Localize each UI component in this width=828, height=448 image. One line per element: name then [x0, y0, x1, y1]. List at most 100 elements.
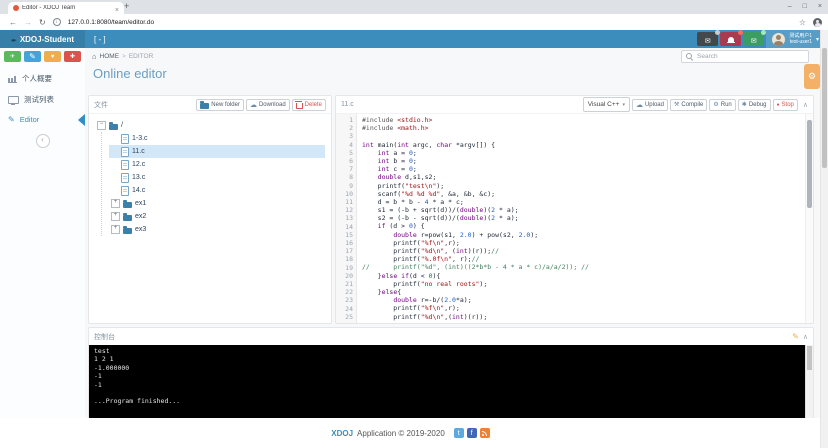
- editor-collapse-icon[interactable]: [803, 101, 808, 109]
- tree-folder-ex2[interactable]: ex2: [109, 210, 325, 223]
- run-button[interactable]: Run: [709, 99, 735, 111]
- expand-toggle-icon[interactable]: [111, 199, 120, 208]
- site-info-icon[interactable]: [53, 18, 61, 26]
- code-line: double r=pow(s1, 2.0) + pow(s2, 2.0);: [362, 231, 805, 239]
- messages-button[interactable]: [697, 32, 718, 46]
- tree-folder-ex3[interactable]: ex3: [109, 223, 325, 236]
- envelope-icon: [705, 30, 711, 48]
- collapse-toggle-icon[interactable]: [97, 121, 106, 130]
- url-text[interactable]: 127.0.0.1:8080/team/editor.do: [68, 19, 154, 26]
- console-panel: 控制台 test1 2 1-1.000000-1-1 ...Program fi…: [88, 327, 814, 420]
- terminal-line: -1: [94, 381, 808, 389]
- browser-profile-avatar[interactable]: [813, 18, 822, 27]
- window-close-icon[interactable]: [818, 3, 822, 10]
- facebook-icon[interactable]: [467, 428, 477, 438]
- expand-toggle-icon[interactable]: [111, 212, 120, 221]
- code-line: #include <math.h>: [362, 124, 805, 132]
- search-icon: [686, 53, 692, 59]
- console-edit-icon[interactable]: [792, 332, 799, 341]
- tree-file-13.c[interactable]: 13.c: [109, 171, 325, 184]
- code-line: printf("%f\n",r);: [362, 304, 805, 312]
- sidebar-item-editor[interactable]: Editor: [0, 110, 85, 129]
- browser-scrollbar[interactable]: [820, 30, 828, 448]
- settings-float-button[interactable]: [804, 64, 820, 89]
- browser-tab[interactable]: Editor - XDOJ Team: [8, 2, 124, 14]
- console-title: 控制台: [94, 332, 115, 342]
- code-line: printf("no real roots");: [362, 280, 805, 288]
- forward-icon[interactable]: [24, 18, 32, 27]
- expand-toggle-icon[interactable]: [111, 225, 120, 234]
- scrollbar-thumb[interactable]: [807, 346, 812, 370]
- rss-icon[interactable]: [480, 428, 490, 438]
- sidebar-toggle[interactable]: [ - ]: [94, 35, 106, 44]
- terminal[interactable]: test1 2 1-1.000000-1-1 ...Program finish…: [89, 345, 813, 419]
- sidebar-item-label: Editor: [20, 115, 40, 124]
- search-input[interactable]: [695, 52, 804, 61]
- folder-icon: [200, 103, 209, 109]
- language-value: Visual C++: [588, 101, 620, 108]
- brand-text: XDOJ-Student: [20, 35, 74, 44]
- console-collapse-icon[interactable]: [803, 333, 808, 341]
- screen: Editor - XDOJ Team 127.0.0.1:8080/team/e…: [0, 0, 828, 448]
- compile-button[interactable]: Compile: [670, 99, 707, 111]
- tree-file-11.c[interactable]: 11.c: [109, 145, 325, 158]
- notifications-button[interactable]: [720, 32, 741, 46]
- folder-icon: [123, 228, 132, 234]
- button-label: New folder: [211, 102, 240, 108]
- debug-button[interactable]: Debug: [738, 99, 771, 111]
- file-icon: [121, 134, 129, 144]
- new-tab-button[interactable]: [124, 1, 129, 11]
- twitter-icon[interactable]: [454, 428, 464, 438]
- user-menu[interactable]: 测试用户1 test-user1: [766, 30, 825, 48]
- terminal-line: [94, 389, 808, 397]
- tree-label: /: [121, 122, 123, 129]
- sidebar-collapse-button[interactable]: [36, 134, 50, 148]
- new-folder-button[interactable]: New folder: [196, 99, 244, 111]
- trash-icon: [296, 103, 303, 109]
- quick-tools-button[interactable]: [64, 51, 81, 62]
- brand-logo[interactable]: XDOJ-Student: [0, 30, 85, 48]
- tree-file-14.c[interactable]: 14.c: [109, 184, 325, 197]
- tree-root[interactable]: /: [95, 119, 325, 132]
- home-icon: [92, 52, 97, 61]
- wrench-icon: [674, 101, 679, 108]
- code-editor[interactable]: 1234567891011121314151617181920212223242…: [336, 114, 813, 323]
- button-label: Download: [259, 102, 286, 108]
- code-line: int c = 0;: [362, 165, 805, 173]
- sidebar-item-[interactable]: 个人概要: [0, 68, 85, 89]
- upload-button[interactable]: Upload: [632, 99, 668, 111]
- code-line: int main(int argc, char *argv[]) {: [362, 141, 805, 149]
- tree-file-1-3.c[interactable]: 1-3.c: [109, 132, 325, 145]
- quick-edit-button[interactable]: [24, 51, 41, 62]
- window-maximize-icon[interactable]: [803, 3, 807, 10]
- chevron-down-icon: [622, 102, 625, 108]
- favicon: [13, 5, 19, 11]
- sidebar-item-[interactable]: 测试列表: [0, 89, 85, 110]
- editor-scrollbar[interactable]: [805, 114, 813, 323]
- code-line: int a = 0;: [362, 149, 805, 157]
- scrollbar-thumb[interactable]: [807, 120, 812, 208]
- stop-icon: [777, 102, 780, 108]
- code-line: printf("%f\n",r);: [362, 239, 805, 247]
- breadcrumb-home[interactable]: HOME: [100, 53, 120, 60]
- inbox-button[interactable]: [743, 32, 764, 46]
- scrollbar-thumb[interactable]: [822, 48, 827, 168]
- terminal-scrollbar[interactable]: [805, 345, 813, 419]
- browser-address-bar: 127.0.0.1:8080/team/editor.do: [0, 14, 828, 31]
- window-minimize-icon[interactable]: [788, 3, 792, 10]
- bookmark-star-icon[interactable]: [799, 18, 806, 27]
- stop-button[interactable]: Stop: [773, 99, 798, 111]
- back-icon[interactable]: [9, 18, 17, 27]
- tree-folder-ex1[interactable]: ex1: [109, 197, 325, 210]
- delete-button[interactable]: Delete: [292, 99, 326, 111]
- app-navbar: XDOJ-Student [ - ] 测试用户1 test-user1: [0, 30, 828, 48]
- chart-icon: [8, 74, 17, 83]
- language-select[interactable]: Visual C++: [583, 97, 630, 112]
- quick-send-button[interactable]: [4, 51, 21, 62]
- reload-icon[interactable]: [39, 18, 46, 27]
- quick-favorite-button[interactable]: [44, 51, 61, 62]
- user-name-en: test-user1: [789, 39, 812, 45]
- download-button[interactable]: Download: [246, 99, 290, 111]
- tree-children: 1-3.c11.c12.c13.c14.cex1ex2ex3: [101, 132, 325, 236]
- tree-file-12.c[interactable]: 12.c: [109, 158, 325, 171]
